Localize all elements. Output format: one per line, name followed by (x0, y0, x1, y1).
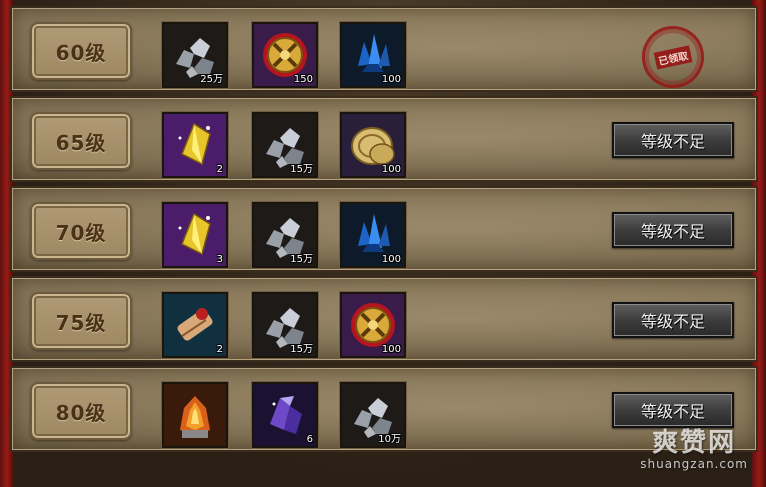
iron-ore-icon[interactable]: 15万 (252, 112, 318, 178)
level-label: 70级 (55, 220, 107, 245)
gold-gem-icon[interactable]: 2 (162, 112, 228, 178)
insufficient-level-button[interactable]: 等级不足 (612, 122, 734, 158)
level-label: 60级 (55, 40, 107, 65)
gold-coin-icon[interactable]: 100 (340, 112, 406, 178)
watermark-url: shuangzan.com (640, 457, 748, 471)
item-count: 3 (216, 254, 223, 265)
watermark-title: 爽赞网 (652, 428, 737, 458)
flame-stone-icon[interactable] (162, 382, 228, 448)
item-count: 15万 (290, 254, 313, 265)
item-count: 100 (381, 254, 401, 265)
level-badge: 80级 (30, 382, 132, 440)
claimed-stamp: 已领取 (636, 20, 710, 94)
reward-row-75: 75级 2 15万 100 等级不足 (10, 276, 758, 362)
insufficient-level-button[interactable]: 等级不足 (612, 212, 734, 248)
reward-row-70: 70级 3 15万 100 等级不足 (10, 186, 758, 272)
level-label: 80级 (55, 400, 107, 425)
item-count: 2 (216, 164, 223, 175)
item-artwork (164, 384, 226, 446)
level-badge: 75级 (30, 292, 132, 350)
item-count: 15万 (290, 344, 313, 355)
item-count: 100 (381, 164, 401, 175)
item-count: 25万 (200, 74, 223, 85)
blue-crystal-icon[interactable]: 100 (340, 22, 406, 88)
item-count: 100 (381, 74, 401, 85)
level-label: 75级 (55, 310, 107, 335)
scroll-icon[interactable]: 2 (162, 292, 228, 358)
level-badge: 65级 (30, 112, 132, 170)
item-count: 10万 (378, 434, 401, 445)
iron-ore-icon[interactable]: 25万 (162, 22, 228, 88)
item-count: 6 (306, 434, 313, 445)
item-count: 2 (216, 344, 223, 355)
gold-gem-icon[interactable]: 3 (162, 202, 228, 268)
iron-ore-icon[interactable]: 15万 (252, 202, 318, 268)
item-count: 150 (293, 74, 313, 85)
iron-ore-icon[interactable]: 15万 (252, 292, 318, 358)
level-badge: 70级 (30, 202, 132, 260)
iron-ore-icon[interactable]: 10万 (340, 382, 406, 448)
gold-medal-icon[interactable]: 150 (252, 22, 318, 88)
reward-row-60: 60级 25万 150 100 已领取 (10, 6, 758, 94)
reward-row-65: 65级 2 15万 100 等级不足 (10, 96, 758, 182)
site-watermark: 爽赞网 shuangzan.com (640, 422, 748, 471)
level-badge: 60级 (30, 22, 132, 80)
item-count: 15万 (290, 164, 313, 175)
item-count: 100 (381, 344, 401, 355)
stamp-label: 已领取 (653, 44, 693, 70)
gold-medal-icon[interactable]: 100 (340, 292, 406, 358)
purple-crystal-icon[interactable]: 6 (252, 382, 318, 448)
reward-panel: 60级 25万 150 100 已领取 65级 2 15万 100 等级不足 7… (0, 0, 766, 487)
insufficient-level-button[interactable]: 等级不足 (612, 302, 734, 338)
level-label: 65级 (55, 130, 107, 155)
blue-crystal-icon[interactable]: 100 (340, 202, 406, 268)
